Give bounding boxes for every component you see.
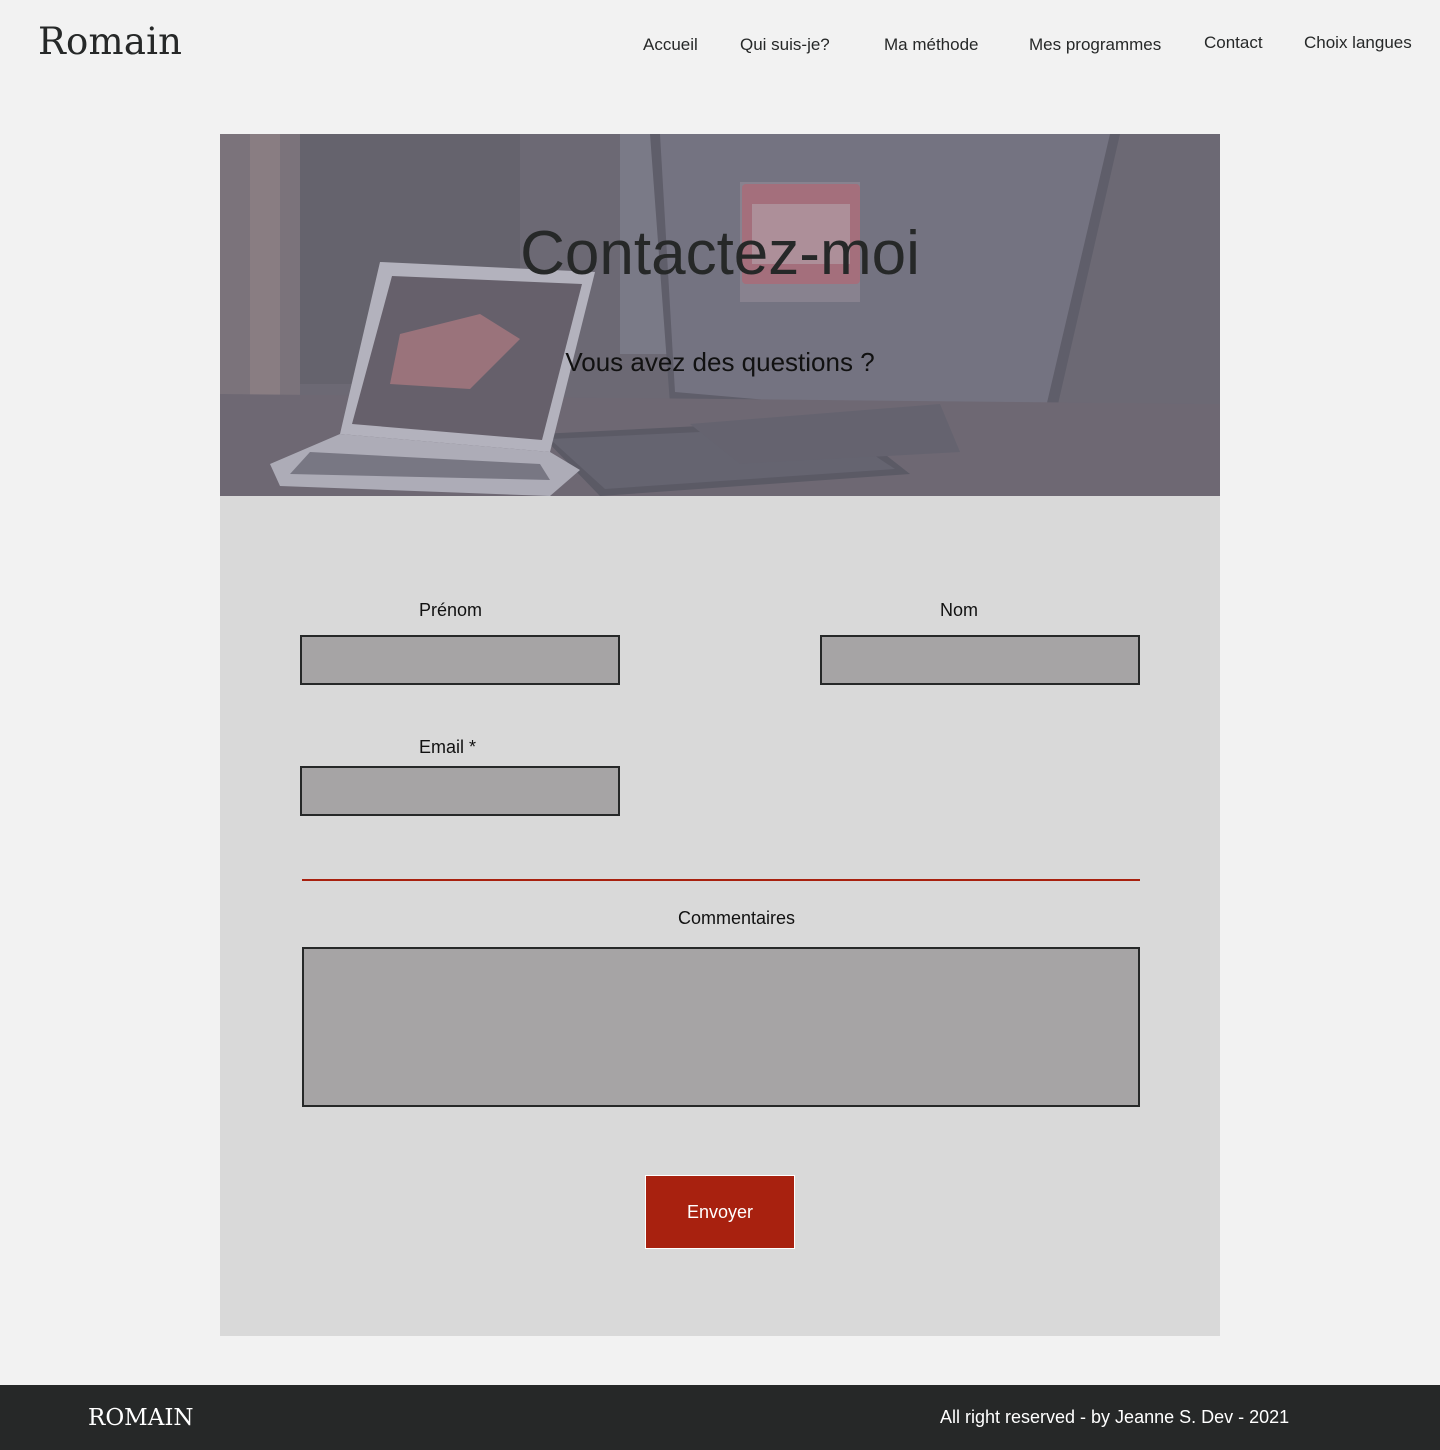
footer-copyright: All right reserved - by Jeanne S. Dev - …	[940, 1407, 1290, 1427]
page-subtitle: Vous avez des questions ?	[565, 347, 875, 377]
brand-logo[interactable]: Romain	[38, 20, 182, 63]
last-name-input[interactable]	[820, 635, 1140, 685]
form-divider	[302, 879, 1140, 881]
page-title: Contactez-moi	[520, 219, 920, 288]
last-name-label: Nom	[940, 600, 979, 620]
comments-label: Commentaires	[678, 908, 796, 928]
first-name-input[interactable]	[300, 635, 620, 685]
nav-link-contact[interactable]: Contact	[1204, 33, 1263, 53]
contact-card: Contactez-moi Vous avez des questions ? …	[220, 134, 1220, 1336]
nav-link-mes-programmes[interactable]: Mes programmes	[1029, 35, 1161, 55]
nav-link-ma-methode[interactable]: Ma méthode	[884, 35, 979, 55]
site-header: Romain Accueil Qui suis-je? Ma méthode M…	[0, 0, 1440, 90]
nav-link-accueil[interactable]: Accueil	[643, 35, 698, 55]
hero-banner: Contactez-moi Vous avez des questions ?	[220, 134, 1220, 496]
email-input[interactable]	[300, 766, 620, 816]
nav-link-qui-suis-je[interactable]: Qui suis-je?	[740, 35, 830, 55]
email-label: Email *	[419, 737, 477, 757]
nav-link-choix-langues[interactable]: Choix langues	[1304, 33, 1412, 53]
site-footer: ROMAIN All right reserved - by Jeanne S.…	[0, 1385, 1440, 1450]
footer-brand-logo[interactable]: ROMAIN	[88, 1405, 194, 1431]
comments-textarea[interactable]	[302, 947, 1140, 1107]
first-name-label: Prénom	[419, 600, 483, 620]
hero-overlay	[220, 134, 1220, 496]
submit-button[interactable]: Envoyer	[645, 1175, 795, 1249]
